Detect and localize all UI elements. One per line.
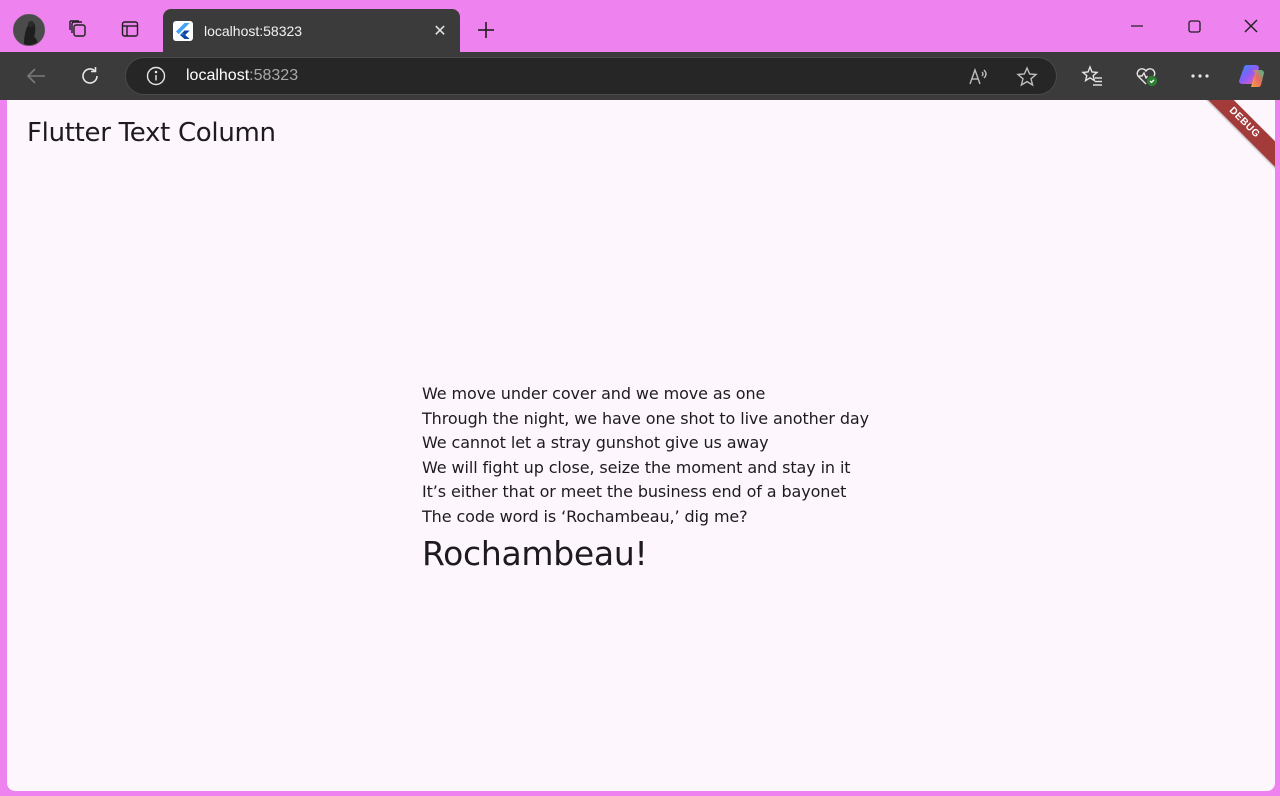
- workspaces-icon[interactable]: [61, 12, 95, 46]
- text-line-2: Through the night, we have one shot to l…: [422, 408, 869, 428]
- copilot-icon[interactable]: [1235, 59, 1269, 93]
- browser-toolbar: localhost:58323: [0, 52, 1280, 100]
- more-icon[interactable]: [1183, 59, 1217, 93]
- active-tab[interactable]: localhost:58323 ✕: [163, 9, 460, 52]
- vertical-tabs-icon[interactable]: [113, 12, 147, 46]
- back-icon[interactable]: [19, 59, 53, 93]
- url-text: localhost:58323: [186, 67, 298, 85]
- text-line-3: We cannot let a stray gunshot give us aw…: [422, 433, 769, 453]
- browser-essentials-icon[interactable]: [1129, 59, 1163, 93]
- tab-title: localhost:58323: [204, 22, 303, 39]
- text-line-6: The code word is ‘Rochambeau,’ dig me?: [422, 506, 748, 526]
- page-viewport: Flutter Text Column DEBUG We move under …: [7, 100, 1275, 791]
- refresh-icon[interactable]: [73, 59, 107, 93]
- title-bar: localhost:58323 ✕: [0, 0, 1280, 52]
- url-host: localhost: [186, 67, 250, 84]
- favorite-star-icon[interactable]: [1016, 66, 1038, 93]
- close-window-icon[interactable]: [1223, 8, 1279, 44]
- page-title: Flutter Text Column: [27, 118, 276, 148]
- maximize-icon[interactable]: [1166, 8, 1222, 44]
- flutter-favicon: [173, 20, 193, 41]
- tab-close-icon[interactable]: ✕: [428, 19, 452, 43]
- text-line-final: Rochambeau!: [422, 533, 648, 573]
- profile-avatar[interactable]: [13, 14, 45, 46]
- text-column: We move under cover and we move as one T…: [422, 382, 869, 576]
- address-bar[interactable]: localhost:58323: [125, 57, 1057, 95]
- window-frame-bottom: [0, 791, 1280, 796]
- minimize-icon[interactable]: [1109, 8, 1165, 44]
- url-port: :58323: [249, 67, 299, 84]
- text-line-5: It’s either that or meet the business en…: [422, 482, 847, 502]
- site-info-icon[interactable]: [146, 66, 166, 91]
- text-line-4: We will fight up close, seize the moment…: [422, 457, 851, 477]
- favorites-icon[interactable]: [1075, 59, 1109, 93]
- debug-banner: DEBUG: [1191, 100, 1275, 176]
- new-tab-icon[interactable]: [470, 14, 502, 46]
- read-aloud-icon[interactable]: [968, 66, 990, 93]
- text-line-1: We move under cover and we move as one: [422, 384, 766, 403]
